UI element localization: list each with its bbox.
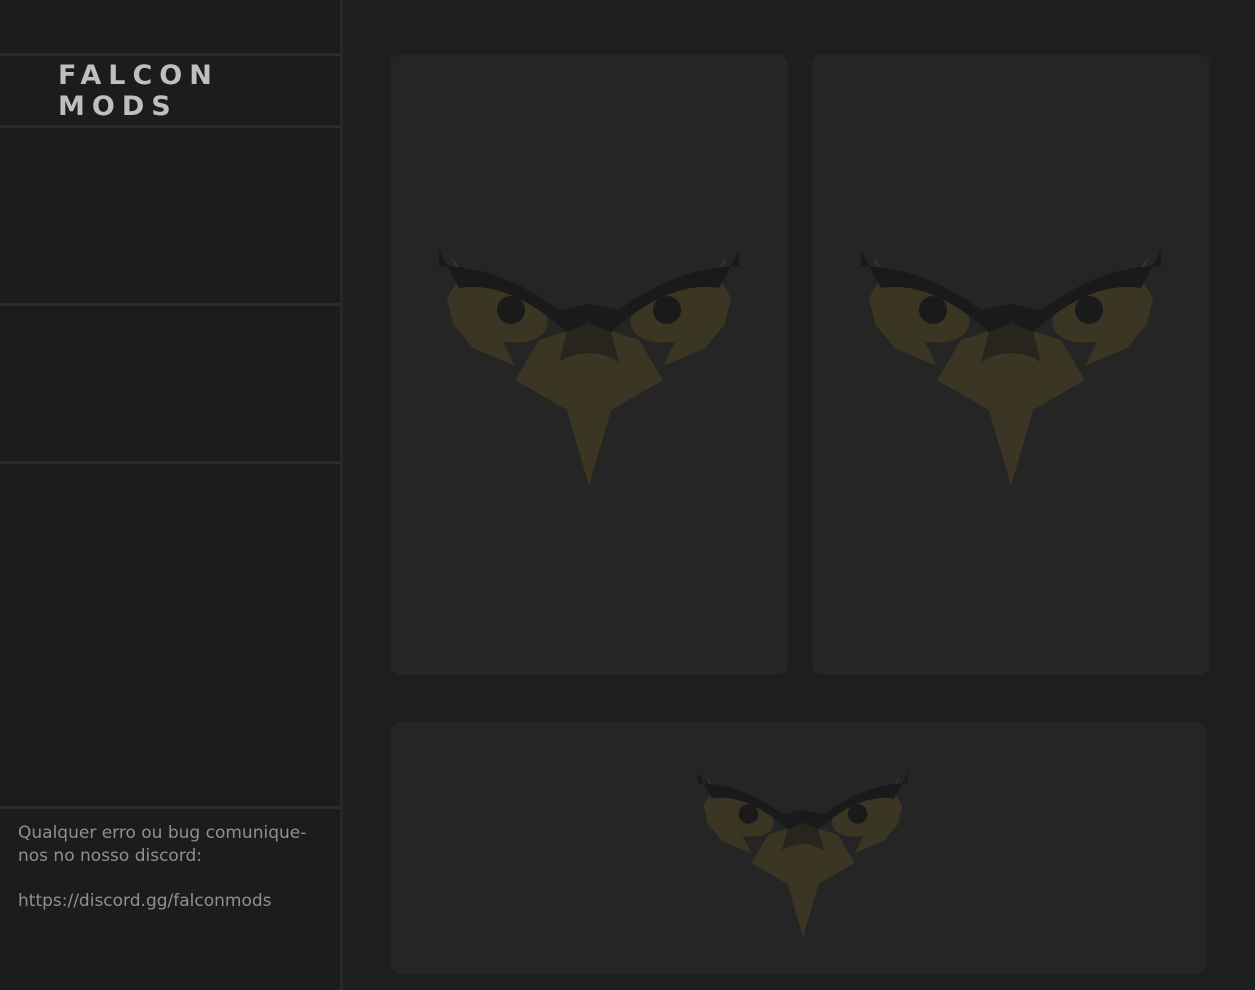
sidebar-divider — [0, 53, 340, 56]
sidebar-slot-2[interactable] — [0, 306, 340, 461]
product-card-3[interactable] — [390, 722, 1207, 974]
app-window: FALCON MODS Qualquer erro ou bug comuniq… — [0, 0, 1255, 990]
sidebar: FALCON MODS Qualquer erro ou bug comuniq… — [0, 0, 343, 990]
product-card-2[interactable] — [812, 54, 1210, 675]
footer-info: Qualquer erro ou bug comunique-nos no no… — [18, 822, 328, 913]
brand: FALCON MODS — [0, 57, 340, 125]
falcon-logo-icon — [698, 772, 908, 938]
brand-title: FALCON MODS — [58, 60, 219, 122]
product-card-1[interactable] — [390, 54, 788, 675]
discord-link[interactable]: https://discord.gg/falconmods — [18, 890, 328, 913]
sidebar-divider — [0, 806, 340, 809]
sidebar-slot-3[interactable] — [0, 464, 340, 806]
falcon-logo-icon — [861, 250, 1161, 486]
footer-message: Qualquer erro ou bug comunique-nos no no… — [18, 823, 307, 866]
falcon-logo-icon — [439, 250, 739, 486]
sidebar-slot-1[interactable] — [0, 128, 340, 303]
